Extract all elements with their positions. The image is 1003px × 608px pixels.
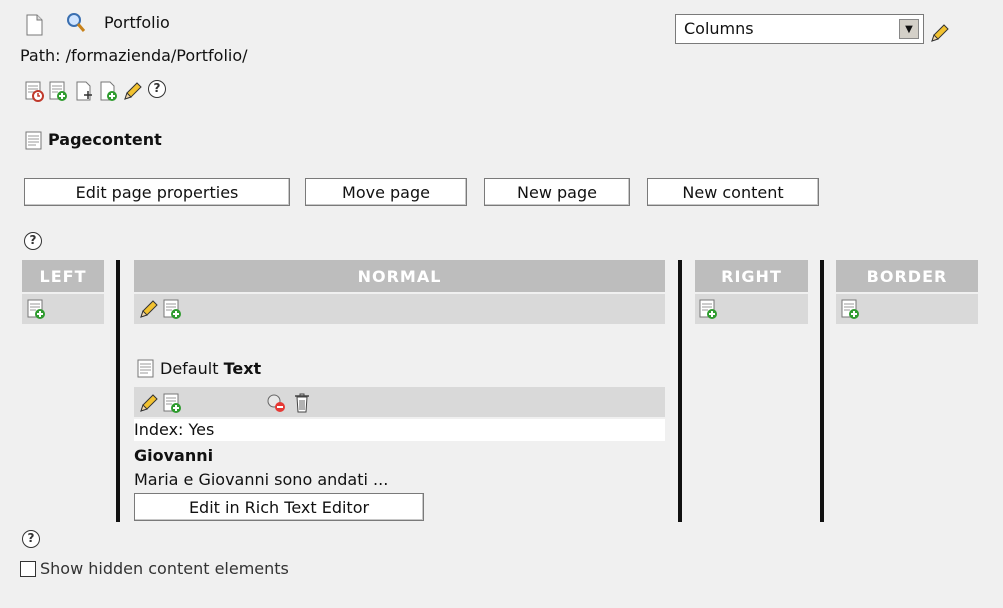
- new-content-icon[interactable]: [162, 392, 182, 414]
- content-type-name: Text: [223, 359, 262, 378]
- move-page-icon[interactable]: [74, 80, 94, 102]
- new-record-icon[interactable]: [48, 80, 68, 102]
- edit-rte-button[interactable]: Edit in Rich Text Editor: [134, 493, 424, 521]
- layout-select-value: Columns: [684, 19, 754, 38]
- new-content-button[interactable]: New content: [647, 178, 819, 206]
- content-type-prefix: Default: [160, 359, 219, 378]
- search-icon[interactable]: [66, 12, 86, 34]
- edit-icon[interactable]: [138, 392, 158, 414]
- section-title: Pagecontent: [48, 130, 162, 149]
- content-index: Index: Yes: [134, 420, 215, 439]
- page-history-icon[interactable]: [24, 80, 44, 102]
- new-content-icon[interactable]: [162, 298, 182, 320]
- page-title: Portfolio: [104, 13, 170, 32]
- edit-page-properties-button[interactable]: Edit page properties: [24, 178, 290, 206]
- help-icon[interactable]: ?: [24, 232, 42, 250]
- chevron-down-icon[interactable]: ▼: [899, 19, 919, 39]
- help-icon[interactable]: ?: [22, 530, 40, 548]
- column-left-header: LEFT: [22, 260, 104, 292]
- content-element-type: Default Text: [160, 359, 261, 378]
- new-page-icon[interactable]: [98, 80, 118, 102]
- column-normal-header: NORMAL: [134, 260, 665, 292]
- move-page-button[interactable]: Move page: [305, 178, 467, 206]
- column-separator: [116, 260, 120, 522]
- show-hidden-checkbox[interactable]: [20, 561, 36, 577]
- column-normal-toolbar: [134, 294, 665, 324]
- edit-page-icon[interactable]: [122, 80, 142, 102]
- content-icon: [24, 130, 44, 152]
- text-content-icon: [136, 358, 156, 380]
- new-content-icon[interactable]: [26, 298, 46, 320]
- new-content-icon[interactable]: [840, 298, 860, 320]
- column-separator: [820, 260, 824, 522]
- column-right-header: RIGHT: [695, 260, 808, 292]
- page-path: Path: /formazienda/Portfolio/: [20, 46, 248, 65]
- new-content-icon[interactable]: [698, 298, 718, 320]
- column-separator: [678, 260, 682, 522]
- show-hidden-label[interactable]: Show hidden content elements: [40, 559, 289, 578]
- edit-icon[interactable]: [138, 298, 158, 320]
- page-icon: [24, 14, 44, 36]
- layout-select[interactable]: Columns ▼: [675, 14, 924, 44]
- hide-icon[interactable]: [266, 392, 286, 414]
- new-page-button[interactable]: New page: [484, 178, 630, 206]
- column-border-header: BORDER: [836, 260, 978, 292]
- content-bodytext: Maria e Giovanni sono andati ...: [134, 470, 389, 489]
- content-element-toolbar: [134, 387, 665, 417]
- content-header: Giovanni: [134, 446, 214, 465]
- pencil-icon[interactable]: [929, 22, 949, 44]
- trash-icon[interactable]: [292, 392, 312, 414]
- help-icon[interactable]: ?: [148, 80, 166, 98]
